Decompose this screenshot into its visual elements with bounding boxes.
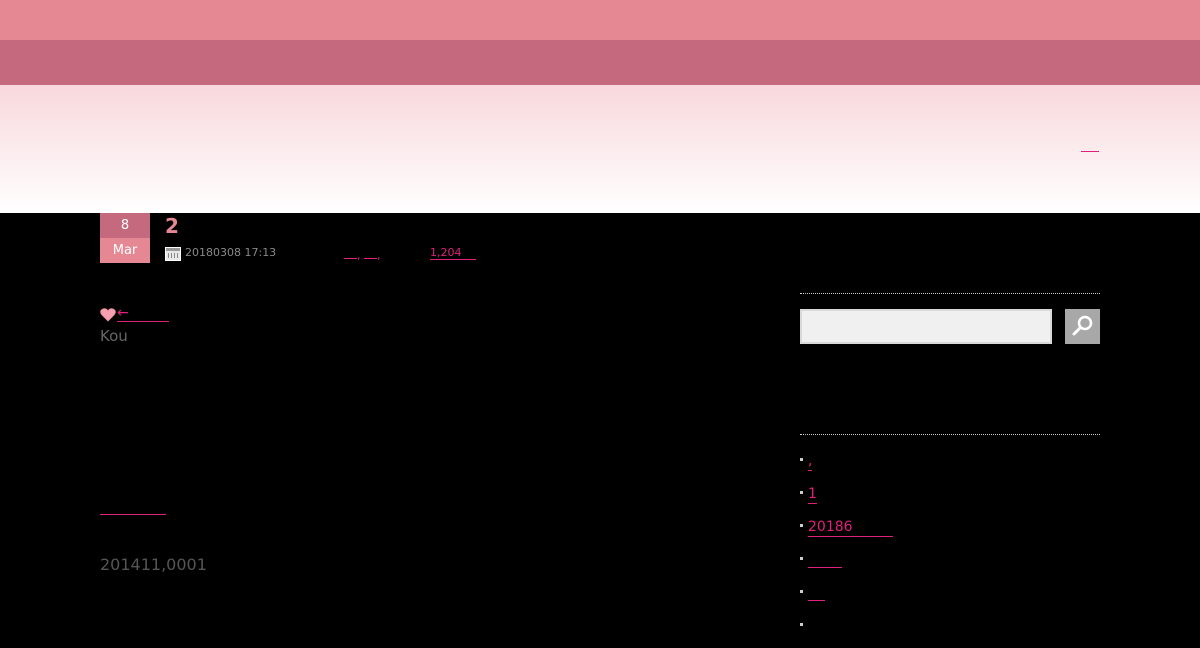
header-link[interactable] (1081, 135, 1099, 152)
list-item (800, 549, 893, 582)
body-link[interactable] (100, 500, 166, 515)
header-banner (0, 85, 1200, 213)
search-icon (1072, 315, 1093, 336)
sidebar-divider (800, 293, 1100, 294)
bullet-icon (800, 491, 803, 494)
sidebar-link[interactable] (808, 582, 825, 601)
date-badge: 8 Mar (100, 213, 150, 263)
sidebar-link[interactable] (808, 549, 842, 568)
sidebar-link[interactable]: 20186 (808, 518, 893, 537)
list-item: , (800, 450, 893, 483)
sidebar-link[interactable]: 1 (808, 485, 817, 504)
category-link[interactable] (364, 246, 377, 259)
bullet-icon (800, 458, 803, 461)
post-title: 2 (165, 214, 179, 238)
sidebar-links: , 1 20186 (800, 450, 893, 648)
post-author: Kou (100, 327, 128, 345)
views-count-link[interactable]: 1,204 (430, 246, 476, 260)
heart-icon (100, 308, 116, 322)
calendar-icon (165, 247, 181, 261)
post-date: 20180308 17:13 (185, 246, 277, 259)
date-month: Mar (100, 238, 150, 263)
category-link[interactable] (344, 246, 357, 259)
sidebar-divider (800, 434, 1100, 435)
search-input[interactable] (800, 309, 1052, 344)
post-footer-number: 201411,0001 (100, 555, 207, 574)
sidebar-link[interactable]: , (808, 452, 813, 471)
search-button[interactable] (1065, 309, 1100, 344)
bullet-icon (800, 557, 803, 560)
back-link[interactable]: ← (117, 305, 169, 322)
date-day: 8 (100, 213, 150, 238)
top-bar (0, 0, 1200, 40)
list-item (800, 615, 893, 648)
list-item: 1 (800, 483, 893, 516)
bullet-icon (800, 524, 803, 527)
bullet-icon (800, 590, 803, 593)
bullet-icon (800, 623, 803, 626)
list-item (800, 582, 893, 615)
category-links: , , (344, 246, 381, 262)
list-item: 20186 (800, 516, 893, 549)
nav-bar (0, 40, 1200, 85)
